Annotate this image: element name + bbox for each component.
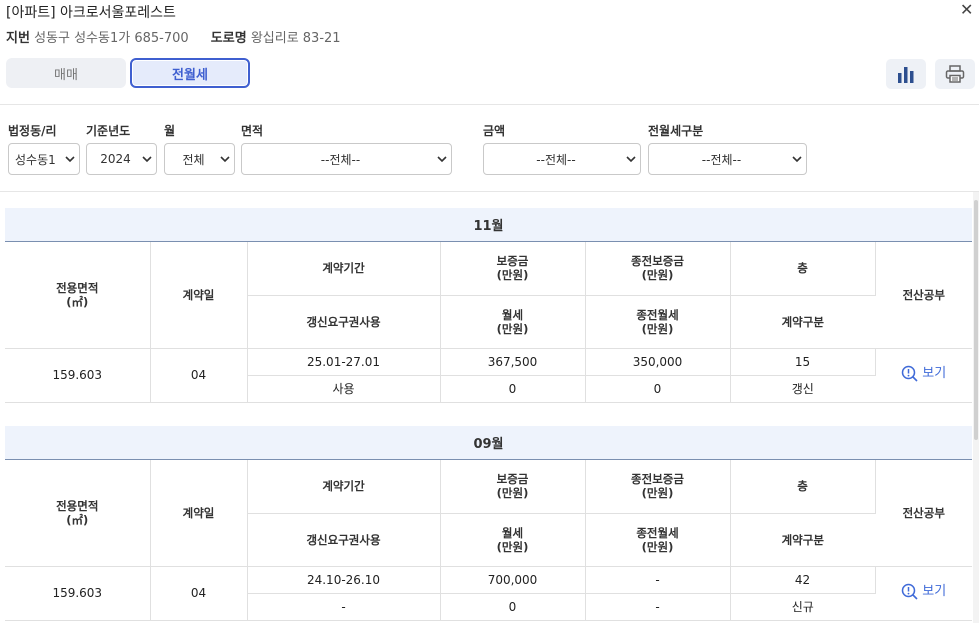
col-floor: 층 (730, 242, 876, 296)
cell-type: 갱신 (730, 375, 875, 403)
col-registry: 전산공부 (875, 460, 972, 567)
cell-registry: 보기 (875, 348, 972, 403)
filter-year-select[interactable]: 2024 (86, 143, 157, 175)
col-prev-monthly: 종전월세 (만원) (585, 513, 731, 567)
search-icon (902, 365, 918, 382)
close-icon[interactable]: ✕ (960, 2, 973, 18)
filter-dong-label: 법정동/리 (8, 124, 57, 138)
cell-registry: 보기 (875, 566, 972, 621)
view-link[interactable]: 보기 (901, 365, 946, 382)
col-renewal-right: 갱신요구권사용 (247, 513, 441, 567)
jibun-value: 성동구 성수동1가 685-700 (34, 31, 189, 46)
chevron-down-icon (788, 155, 806, 163)
filter-month-label: 월 (164, 124, 176, 138)
address-line: 지번 성동구 성수동1가 685-700 도로명 왕십리로 83-21 (6, 27, 359, 46)
cell-renewal: 사용 (247, 375, 441, 403)
col-period: 계약기간 (247, 460, 441, 514)
cell-period: 24.10-26.10 (247, 566, 441, 594)
col-registry: 전산공부 (875, 242, 972, 349)
col-area: 전용면적 (㎡) (5, 460, 151, 567)
col-monthly: 월세 (만원) (440, 295, 586, 349)
col-deposit: 보증금 (만원) (440, 242, 586, 296)
results-area: 11월 전용면적 (㎡) 계약일 계약기간 보증금 (만원) 종전보증금 (만원… (0, 192, 979, 623)
col-contract-day: 계약일 (150, 242, 248, 349)
transaction-table: 전용면적 (㎡) 계약일 계약기간 보증금 (만원) 종전보증금 (만원) 층 … (5, 242, 972, 403)
col-monthly: 월세 (만원) (440, 513, 586, 567)
cell-prev-deposit: 350,000 (585, 348, 731, 376)
cell-area: 159.603 (5, 566, 151, 621)
cell-floor: 42 (730, 566, 876, 594)
cell-renewal: - (247, 593, 441, 621)
cell-monthly: 0 (440, 593, 586, 621)
filter-amount-select[interactable]: --전체-- (483, 143, 641, 175)
month-header: 11월 (5, 208, 972, 242)
jibun-label: 지번 (6, 31, 30, 46)
road-value: 왕십리로 83-21 (250, 31, 341, 46)
filter-dong-select[interactable]: 성수동1 (8, 143, 80, 175)
filter-rent-type-select[interactable]: --전체-- (648, 143, 807, 175)
search-icon (902, 583, 918, 600)
cell-day: 04 (150, 566, 248, 621)
cell-day: 04 (150, 348, 248, 403)
col-contract-type: 계약구분 (730, 513, 875, 567)
transaction-table: 전용면적 (㎡) 계약일 계약기간 보증금 (만원) 종전보증금 (만원) 층 … (5, 460, 972, 621)
cell-type: 신규 (730, 593, 875, 621)
scrollbar-thumb[interactable] (974, 200, 978, 440)
chevron-down-icon (433, 155, 451, 163)
road-label: 도로명 (210, 31, 247, 46)
cell-prev-deposit: - (585, 566, 731, 594)
header: [아파트] 아크로서울포레스트 ✕ 지번 성동구 성수동1가 685-700 도… (0, 0, 979, 104)
cell-prev-monthly: - (585, 593, 731, 621)
tab-sale[interactable]: 매매 (6, 58, 126, 88)
col-contract-day: 계약일 (150, 460, 248, 567)
chart-button[interactable] (886, 59, 926, 89)
table-row: 159.603 04 25.01-27.01 367,500 350,000 1… (5, 348, 972, 403)
col-floor: 층 (730, 460, 876, 514)
col-prev-deposit: 종전보증금 (만원) (585, 242, 731, 296)
cell-deposit: 700,000 (440, 566, 586, 594)
col-area: 전용면적 (㎡) (5, 242, 151, 349)
col-prev-monthly: 종전월세 (만원) (585, 295, 731, 349)
cell-floor: 15 (730, 348, 876, 376)
cell-area: 159.603 (5, 348, 151, 403)
view-link[interactable]: 보기 (901, 583, 946, 600)
bar-chart-icon (898, 67, 914, 83)
tab-rent[interactable]: 전월세 (130, 58, 250, 88)
chevron-down-icon (216, 155, 234, 163)
filter-month-select[interactable]: 전체 (164, 143, 235, 175)
col-contract-type: 계약구분 (730, 295, 875, 349)
cell-deposit: 367,500 (440, 348, 586, 376)
cell-monthly: 0 (440, 375, 586, 403)
filter-amount-label: 금액 (483, 124, 506, 138)
cell-period: 25.01-27.01 (247, 348, 441, 376)
filter-rent-type-label: 전월세구분 (648, 124, 704, 138)
cell-prev-monthly: 0 (585, 375, 731, 403)
chevron-down-icon (622, 155, 640, 163)
chevron-down-icon (61, 155, 79, 163)
filter-year-label: 기준년도 (86, 124, 131, 138)
window-title: [아파트] 아크로서울포레스트 (6, 5, 176, 21)
col-period: 계약기간 (247, 242, 441, 296)
filter-bar: 법정동/리 성수동1 기준년도 2024 월 전체 면적 --전체-- 금액 -… (0, 104, 979, 192)
col-deposit: 보증금 (만원) (440, 460, 586, 514)
month-header: 09월 (5, 426, 972, 460)
chevron-down-icon (138, 155, 156, 163)
month-section-nov: 11월 전용면적 (㎡) 계약일 계약기간 보증금 (만원) 종전보증금 (만원… (5, 208, 972, 403)
month-section-sep: 09월 전용면적 (㎡) 계약일 계약기간 보증금 (만원) 종전보증금 (만원… (5, 426, 972, 621)
col-renewal-right: 갱신요구권사용 (247, 295, 441, 349)
filter-area-label: 면적 (241, 124, 264, 138)
col-prev-deposit: 종전보증금 (만원) (585, 460, 731, 514)
print-button[interactable] (935, 59, 975, 89)
table-row: 159.603 04 24.10-26.10 700,000 - 42 보기 (5, 566, 972, 621)
printer-icon (945, 65, 965, 83)
filter-area-select[interactable]: --전체-- (241, 143, 452, 175)
